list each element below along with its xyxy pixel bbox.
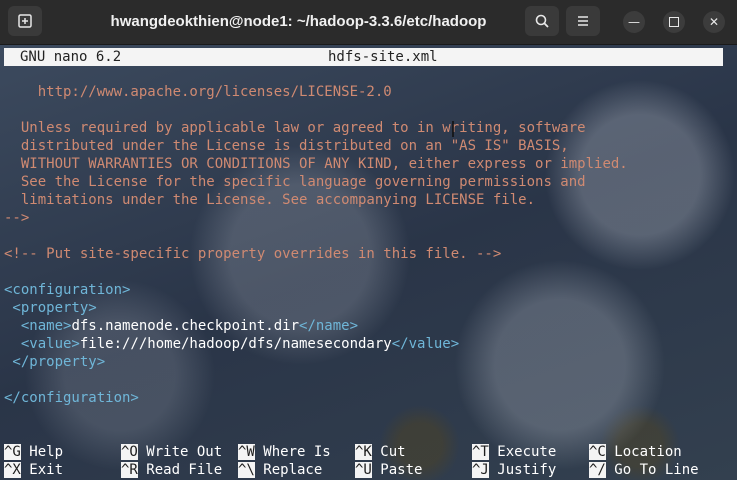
editor-line: --> [4,210,30,226]
terminal-tab-icon[interactable] [8,6,42,36]
editor-line: </property> [4,354,106,370]
shortcut-write-out[interactable]: ^O Write Out [121,443,222,461]
xml-text: dfs.namenode.checkpoint.dir [71,318,300,334]
shortcut-help[interactable]: ^G Help [4,443,63,461]
xml-text: file:///home/hadoop/dfs/namesecondary [79,336,392,352]
shortcut-cut[interactable]: ^K Cut [355,443,406,461]
editor-line: Unless required by applicable law or agr… [4,120,586,136]
window-title: hwangdeokthien@node1: ~/hadoop-3.3.6/etc… [110,13,487,30]
xml-tag: <name> [4,318,72,334]
minimize-icon: — [628,15,640,29]
xml-tag: </name> [299,318,359,334]
shortcut-exit[interactable]: ^X Exit [4,461,63,479]
editor-line: See the License for the specific languag… [4,174,586,190]
nano-filename: hdfs-site.xml [328,49,438,65]
new-tab-icon [18,14,32,28]
shortcut-execute[interactable]: ^T Execute [472,443,556,461]
editor-line: </configuration> [4,390,139,406]
search-icon [535,14,549,28]
nano-shortcut-bar: ^G Help ^X Exit ^O Write Out ^R Read Fil… [0,441,737,479]
shortcut-replace[interactable]: ^\ Replace [238,461,322,479]
mouse-ibeam-cursor [452,121,454,137]
shortcut-paste[interactable]: ^U Paste [355,461,422,479]
maximize-button[interactable] [663,11,685,33]
editor-line: <configuration> [4,282,131,298]
search-button[interactable] [525,6,559,36]
shortcut-go-to-line[interactable]: ^/ Go To Line [589,461,699,479]
close-button[interactable]: ✕ [703,11,725,33]
editor-line: <property> [4,300,97,316]
editor-line: distributed under the License is distrib… [4,138,569,154]
nano-version: GNU nano 6.2 [20,49,122,65]
hamburger-menu-icon [578,16,588,26]
editor-line: <name>dfs.namenode.checkpoint.dir</name> [4,317,358,335]
editor-line: WITHOUT WARRANTIES OR CONDITIONS OF ANY … [4,156,628,172]
editor-line: <value>file:///home/hadoop/dfs/namesecon… [4,335,459,353]
shortcut-read-file[interactable]: ^R Read File [121,461,222,479]
terminal-area[interactable]: GNU nano 6.2 hdfs-site.xml http://www.ap… [0,45,737,480]
editor-line: limitations under the License. See accom… [4,192,536,208]
shortcut-justify[interactable]: ^J Justify [472,461,556,479]
minimize-button[interactable]: — [623,11,645,33]
close-icon: ✕ [708,15,720,29]
menu-button[interactable] [566,6,600,36]
xml-tag: </value> [391,336,460,352]
shortcut-location[interactable]: ^C Location [589,443,682,461]
maximize-icon [669,17,679,27]
nano-header-bar: GNU nano 6.2 hdfs-site.xml [4,48,723,66]
shortcut-where-is[interactable]: ^W Where Is [238,443,331,461]
editor-line: <!-- Put site-specific property override… [4,246,502,262]
window-titlebar: hwangdeokthien@node1: ~/hadoop-3.3.6/etc… [0,0,737,45]
editor-line: http://www.apache.org/licenses/LICENSE-2… [4,84,392,100]
xml-tag: <value> [4,336,80,352]
